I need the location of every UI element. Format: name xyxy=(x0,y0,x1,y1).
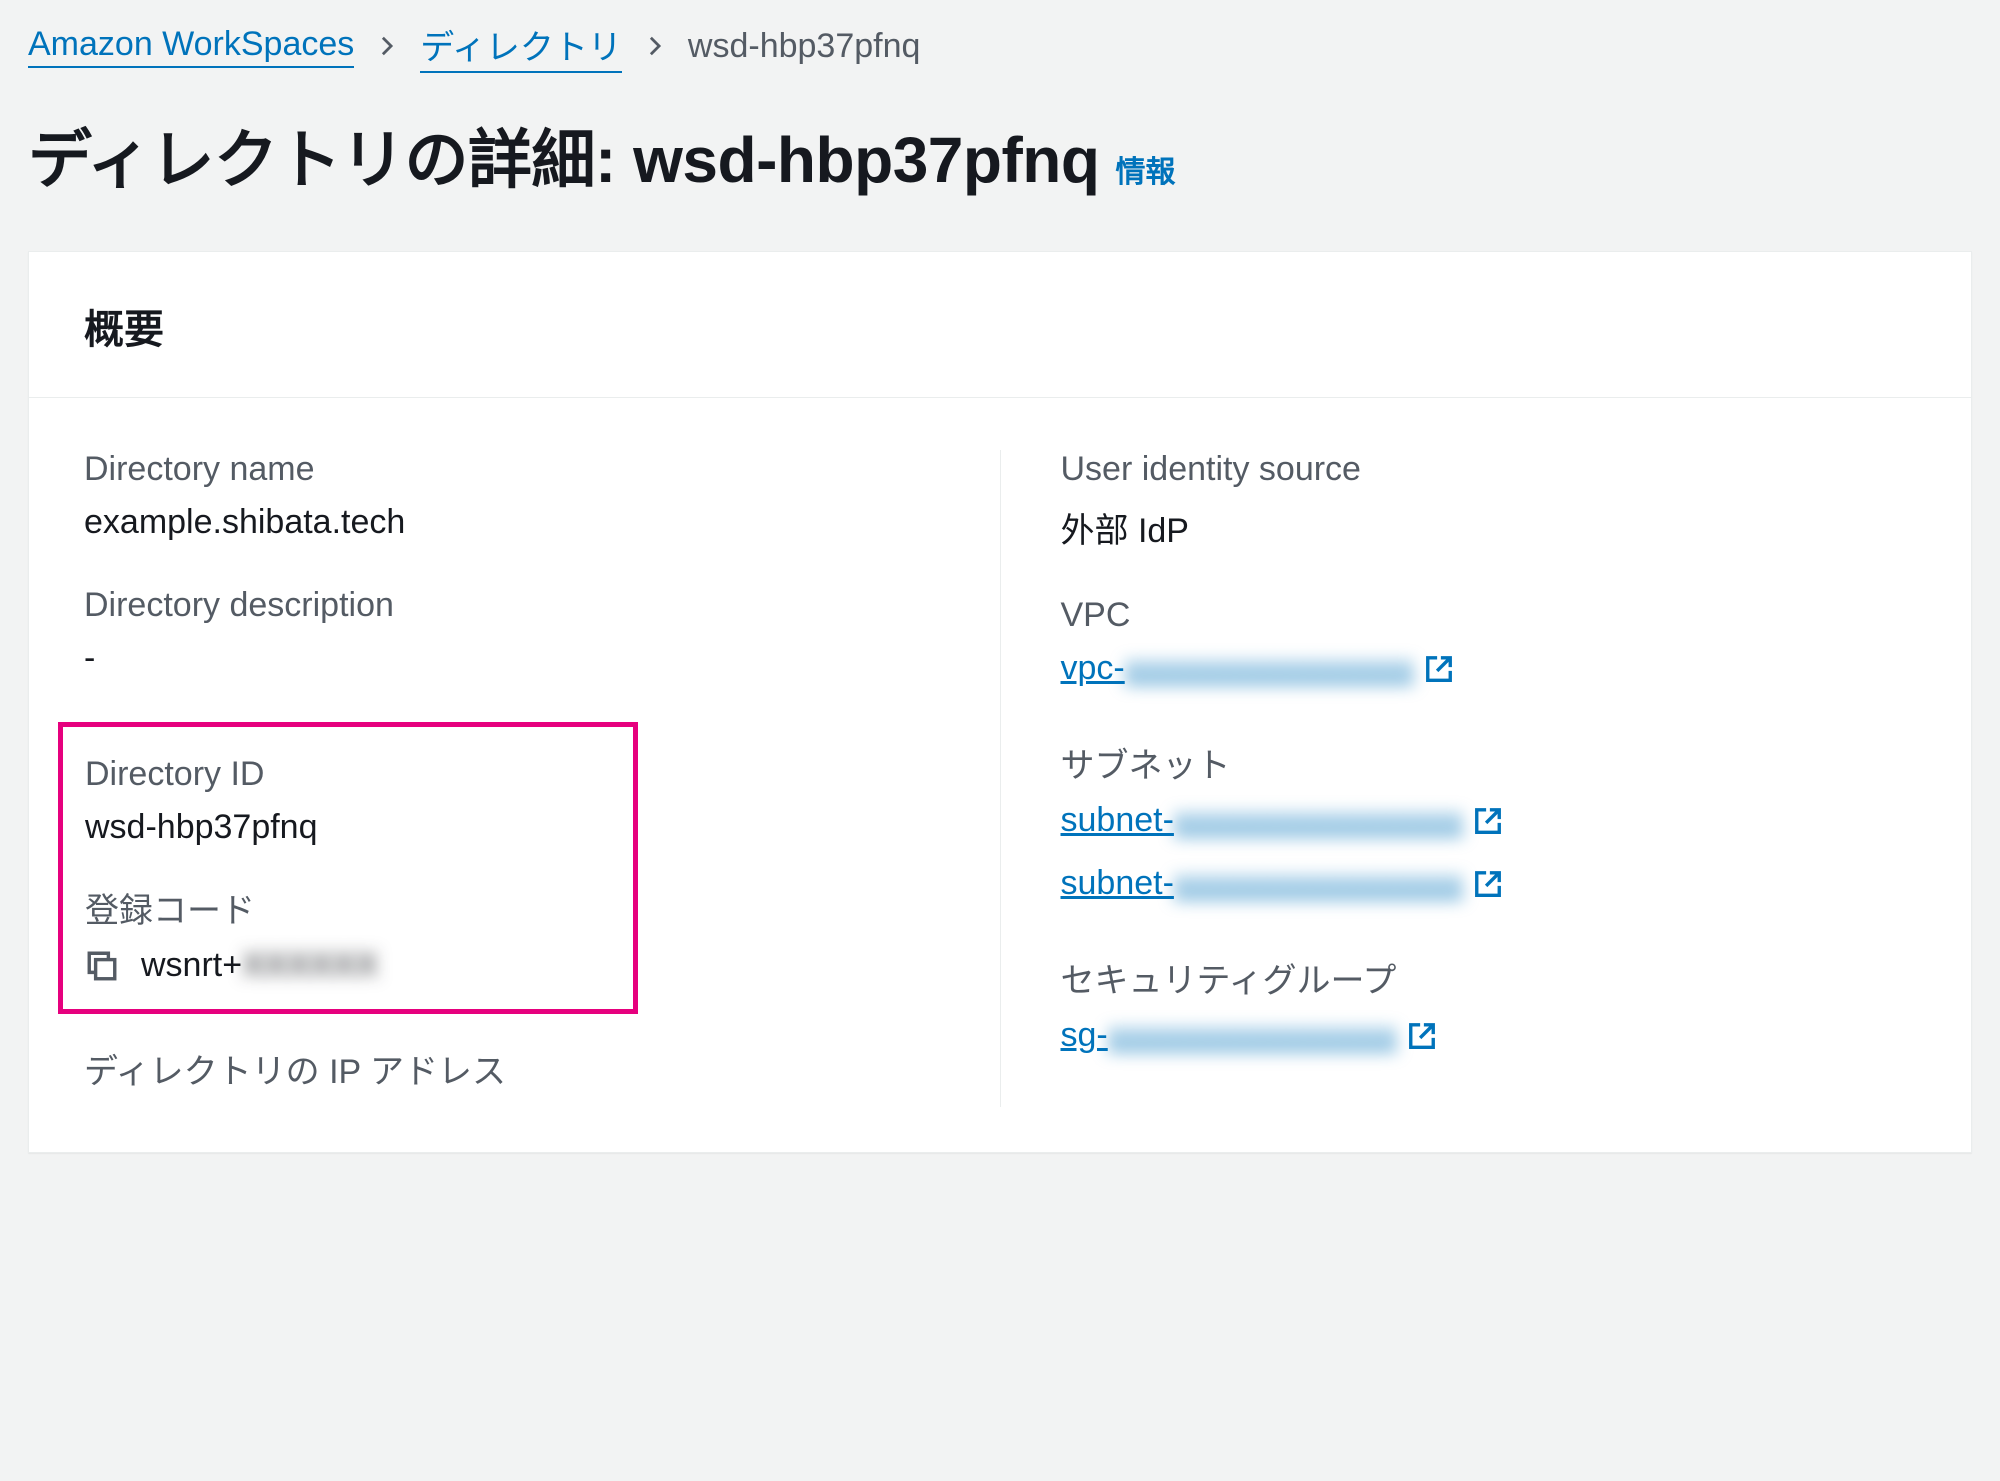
value-directory-id: wsd-hbp37pfnq xyxy=(85,808,611,847)
value-user-identity-source: 外部 IdP xyxy=(1061,503,1917,552)
label-directory-ip: ディレクトリの IP アドレス xyxy=(84,1044,940,1093)
page-title: ディレクトリの詳細: wsd-hbp37pfnq xyxy=(28,109,1099,201)
chevron-right-icon xyxy=(376,27,398,66)
summary-panel: 概要 Directory name example.shibata.tech D… xyxy=(28,251,1972,1153)
field-vpc: VPC vpc-xxxxxxxxxxxxxxxxx xyxy=(1061,596,1917,694)
field-directory-ip: ディレクトリの IP アドレス xyxy=(84,1044,940,1093)
breadcrumb: Amazon WorkSpaces ディレクトリ wsd-hbp37pfnq xyxy=(28,16,1972,91)
external-link-icon xyxy=(1473,806,1503,836)
field-subnets: サブネット subnet-xxxxxxxxxxxxxxxxx xyxy=(1061,738,1917,909)
label-subnets: サブネット xyxy=(1061,738,1917,787)
label-user-identity-source: User identity source xyxy=(1061,450,1917,489)
breadcrumb-current: wsd-hbp37pfnq xyxy=(688,27,921,66)
divider xyxy=(29,397,1971,398)
field-directory-name: Directory name example.shibata.tech xyxy=(84,450,940,542)
label-security-group: セキュリティグループ xyxy=(1061,953,1917,1002)
highlight-box: Directory ID wsd-hbp37pfnq 登録コード xyxy=(58,722,638,1014)
field-directory-description: Directory description - xyxy=(84,586,940,678)
column-divider xyxy=(1000,450,1001,1107)
chevron-right-icon xyxy=(644,27,666,66)
breadcrumb-directories-link[interactable]: ディレクトリ xyxy=(420,20,622,73)
link-vpc[interactable]: vpc-xxxxxxxxxxxxxxxxx xyxy=(1061,649,1454,688)
label-directory-name: Directory name xyxy=(84,450,940,489)
field-directory-id: Directory ID wsd-hbp37pfnq xyxy=(85,755,611,847)
label-vpc: VPC xyxy=(1061,596,1917,635)
external-link-icon xyxy=(1473,869,1503,899)
breadcrumb-root-link[interactable]: Amazon WorkSpaces xyxy=(28,25,354,68)
label-registration-code: 登録コード xyxy=(85,883,611,932)
external-link-icon xyxy=(1407,1021,1437,1051)
label-directory-description: Directory description xyxy=(84,586,940,625)
value-registration-code: wsnrt+XXXXXX xyxy=(141,946,378,985)
link-security-group[interactable]: sg-xxxxxxxxxxxxxxxxx xyxy=(1061,1016,1437,1055)
value-directory-description: - xyxy=(84,639,940,678)
link-subnet-2[interactable]: subnet-xxxxxxxxxxxxxxxxx xyxy=(1061,864,1503,903)
info-link[interactable]: 情報 xyxy=(1115,147,1175,191)
field-security-group: セキュリティグループ sg-xxxxxxxxxxxxxxxxx xyxy=(1061,953,1917,1061)
panel-heading: 概要 xyxy=(84,297,1916,397)
field-user-identity-source: User identity source 外部 IdP xyxy=(1061,450,1917,552)
field-registration-code: 登録コード wsnrt+XXXXXX xyxy=(85,883,611,985)
link-subnet-1[interactable]: subnet-xxxxxxxxxxxxxxxxx xyxy=(1061,801,1503,840)
copy-icon[interactable] xyxy=(85,949,119,983)
external-link-icon xyxy=(1424,654,1454,684)
label-directory-id: Directory ID xyxy=(85,755,611,794)
value-directory-name: example.shibata.tech xyxy=(84,503,940,542)
